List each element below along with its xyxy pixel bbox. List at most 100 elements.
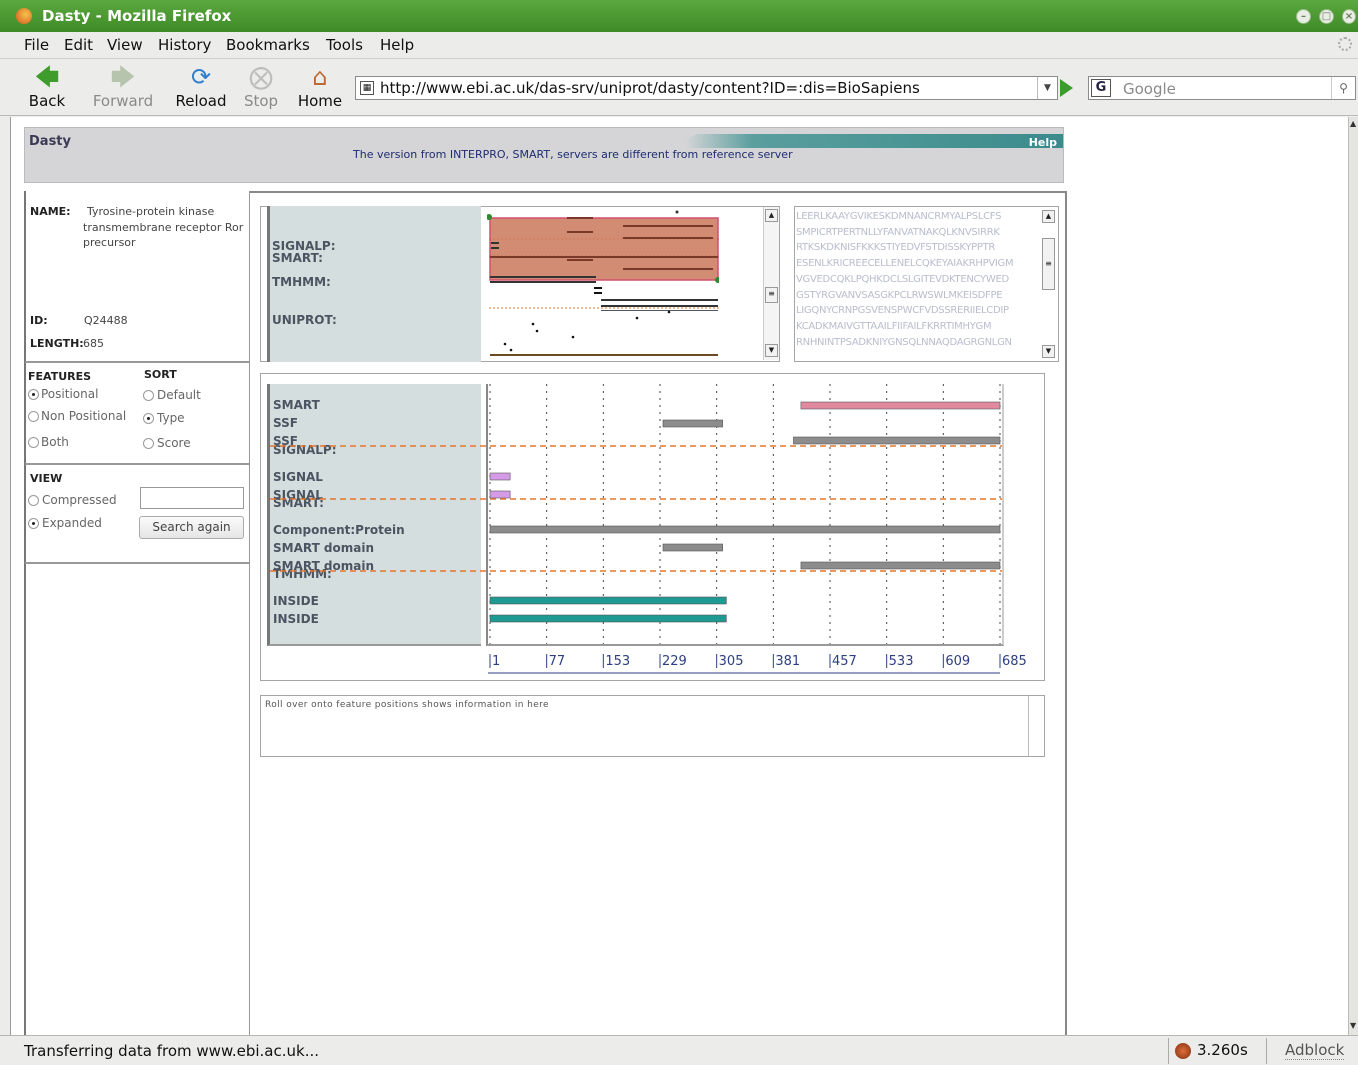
forward-arrow-icon: 🡆 xyxy=(110,63,136,91)
sequence-line: GSTYRGVANVSASGKPCLRWSWLMKEISDFPE xyxy=(796,289,1003,301)
back-button[interactable]: 🡄 Back xyxy=(16,62,78,112)
sequence-line: LEERLKAAYGVIKESKDMNANCRMYALPSLCFS xyxy=(796,211,1002,222)
source-label: SIGNALP: xyxy=(273,443,337,457)
stop-button[interactable]: ⨂ Stop xyxy=(230,62,292,112)
overview-feature xyxy=(567,217,593,219)
features-positional-radio[interactable] xyxy=(28,389,39,400)
tick-label: 305 xyxy=(718,654,744,669)
filter-input[interactable] xyxy=(140,487,244,509)
reload-button[interactable]: ⟳ Reload xyxy=(170,62,232,112)
left-panel xyxy=(24,191,250,1035)
help-link[interactable]: Help xyxy=(1029,136,1057,149)
tick-label: 1 xyxy=(492,654,501,669)
search-placeholder: Google xyxy=(1123,80,1176,98)
stop-icon: ⨂ xyxy=(249,63,273,91)
feature-bar[interactable] xyxy=(662,419,723,428)
features-nonpositional-label: Non Positional xyxy=(41,409,127,423)
feature-label: Component:Protein xyxy=(273,523,405,537)
menu-help[interactable]: Help xyxy=(380,36,414,54)
scroll-down-icon[interactable]: ▼ xyxy=(1350,1021,1356,1030)
scroll-down-icon[interactable]: ▼ xyxy=(765,344,778,357)
throbber-icon xyxy=(1338,37,1352,51)
go-icon[interactable] xyxy=(1060,79,1073,97)
adblock-button[interactable]: Adblock xyxy=(1266,1038,1356,1064)
close-icon[interactable]: × xyxy=(1342,9,1356,24)
view-compressed-radio[interactable] xyxy=(28,495,39,506)
menu-file[interactable]: File xyxy=(24,36,49,54)
feature-bar[interactable] xyxy=(489,490,511,499)
info-scrollbar[interactable] xyxy=(1028,696,1044,756)
browser-window: Dasty - Mozilla Firefox – □ × File Edit … xyxy=(0,0,1358,1065)
name-label: NAME: xyxy=(30,205,71,218)
forward-button[interactable]: 🡆 Forward xyxy=(92,62,154,112)
features-positional-label: Positional xyxy=(41,387,99,401)
overview-feature xyxy=(623,237,713,239)
firebug-icon[interactable] xyxy=(1175,1043,1191,1059)
scroll-thumb[interactable]: ≡ xyxy=(1042,238,1055,290)
sequence-line: ESENLKRICREECELLENELCQKEYAIAKRHPVIGM xyxy=(796,258,1014,270)
sort-type-radio[interactable] xyxy=(143,413,154,424)
features-both-radio[interactable] xyxy=(28,437,39,448)
feature-label: INSIDE xyxy=(273,612,319,626)
menu-edit[interactable]: Edit xyxy=(64,36,93,54)
overview-plot[interactable] xyxy=(487,206,719,362)
scroll-up-icon[interactable]: ▲ xyxy=(1042,210,1055,223)
sort-score-radio[interactable] xyxy=(143,438,154,449)
sort-default-radio[interactable] xyxy=(143,390,154,401)
features-nonpositional-radio[interactable] xyxy=(28,411,39,422)
feature-bar[interactable] xyxy=(800,561,1001,570)
overview-feature xyxy=(594,292,602,294)
protein-length: 685 xyxy=(83,337,104,350)
scroll-thumb[interactable]: ≡ xyxy=(765,287,778,303)
view-expanded-label: Expanded xyxy=(42,516,102,530)
overview-feature xyxy=(567,259,593,261)
window-title: Dasty - Mozilla Firefox xyxy=(42,7,232,25)
overview-feature xyxy=(490,281,596,283)
feature-bar[interactable] xyxy=(489,525,1001,534)
maximize-icon[interactable]: □ xyxy=(1319,9,1334,24)
view-expanded-radio[interactable] xyxy=(28,518,39,529)
search-box[interactable]: G Google ⚲ xyxy=(1088,76,1356,100)
feature-bar[interactable] xyxy=(662,543,723,552)
address-bar[interactable]: ▦ http://www.ebi.ac.uk/das-srv/uniprot/d… xyxy=(355,76,1058,100)
feature-tracks[interactable] xyxy=(270,384,1002,644)
menu-tools[interactable]: Tools xyxy=(326,36,363,54)
menu-history[interactable]: History xyxy=(158,36,211,54)
overview-feature xyxy=(490,354,718,356)
menu-view[interactable]: View xyxy=(107,36,143,54)
protein-name-line2: transmembrane receptor Ror xyxy=(83,221,244,234)
overview-label-tmhmm: TMHMM: xyxy=(272,275,331,289)
address-url[interactable]: http://www.ebi.ac.uk/das-srv/uniprot/das… xyxy=(380,79,920,97)
features-both-label: Both xyxy=(41,435,69,449)
tick-label: 77 xyxy=(548,654,566,669)
search-again-button[interactable]: Search again xyxy=(139,516,244,539)
page-scrollbar[interactable]: ▲ ▼ xyxy=(1348,117,1358,1035)
scroll-down-icon[interactable]: ▼ xyxy=(1042,345,1055,358)
feature-bar[interactable] xyxy=(489,614,727,623)
overview-scrollbar[interactable]: ▲ ≡ ▼ xyxy=(763,207,779,360)
address-dropdown-icon[interactable]: ▼ xyxy=(1037,77,1057,99)
overview-point xyxy=(509,348,513,352)
feature-bar[interactable] xyxy=(793,436,1001,445)
overview-viewport[interactable] xyxy=(489,217,719,281)
divider xyxy=(25,361,249,363)
overview-feature xyxy=(601,310,718,311)
scroll-up-icon[interactable]: ▲ xyxy=(765,209,778,222)
search-engine-icon[interactable]: G xyxy=(1091,79,1111,97)
feature-bar[interactable] xyxy=(489,472,511,481)
feature-bar[interactable] xyxy=(800,401,1001,410)
divider xyxy=(25,463,249,465)
overview-point xyxy=(503,342,507,346)
sequence-line: RNHNINTPSADKNIYGNSQLNNAQDAGRGNLGN xyxy=(796,336,1012,348)
search-icon[interactable]: ⚲ xyxy=(1331,77,1355,99)
home-button[interactable]: ⌂ Home xyxy=(289,62,351,112)
minimize-icon[interactable]: – xyxy=(1296,9,1311,24)
feature-track-area[interactable] xyxy=(270,384,1004,646)
source-label: TMHMM: xyxy=(273,567,332,581)
info-panel: Roll over onto feature positions shows i… xyxy=(260,695,1045,757)
feature-bar[interactable] xyxy=(489,596,727,605)
overview-feature xyxy=(623,225,713,227)
menu-bookmarks[interactable]: Bookmarks xyxy=(226,36,310,54)
scroll-up-icon[interactable]: ▲ xyxy=(1350,119,1356,128)
load-timer: 3.260s xyxy=(1168,1038,1264,1064)
